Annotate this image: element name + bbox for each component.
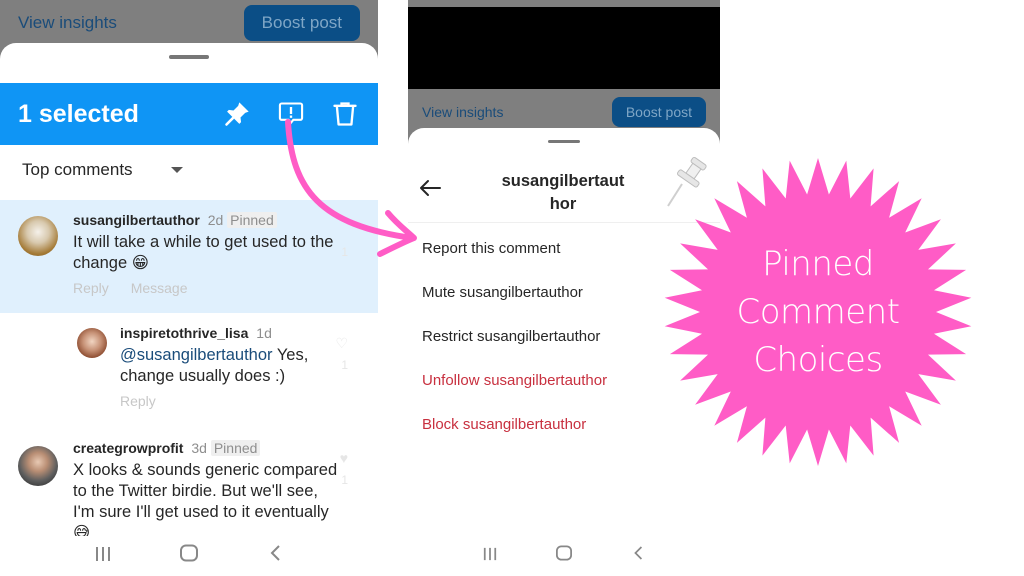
home-icon[interactable]: [177, 544, 201, 568]
view-insights-link[interactable]: View insights: [18, 13, 117, 33]
pushpin-icon: [667, 156, 707, 207]
reply-button[interactable]: Reply: [120, 393, 156, 409]
reply-button[interactable]: Reply: [73, 280, 109, 296]
comment-item[interactable]: susangilbertauthor 2d Pinned It will tak…: [0, 200, 378, 313]
comment-age: 3d: [191, 440, 207, 456]
menu-item-unfollow[interactable]: Unfollow susangilbertauthor: [422, 372, 607, 389]
menu-item-block[interactable]: Block susangilbertauthor: [422, 416, 586, 433]
badge-line-3: Choices: [753, 340, 883, 380]
like-icon[interactable]: ♥: [340, 450, 348, 466]
comment-item[interactable]: creategrowprofit 3d Pinned X looks & sou…: [0, 428, 378, 536]
recent-apps-icon[interactable]: [478, 544, 502, 567]
comment-reply-item[interactable]: inspiretothrive_lisa 1d @susangilbertaut…: [0, 313, 378, 428]
menu-item-report[interactable]: Report this comment: [422, 240, 560, 257]
post-actions-bar: View insights Boost post: [0, 0, 378, 46]
badge-line-1: Pinned: [762, 244, 874, 284]
back-icon[interactable]: [263, 544, 287, 568]
view-insights-link[interactable]: View insights: [422, 104, 503, 120]
sheet-title: susangilbertauthor: [501, 172, 625, 213]
recent-apps-icon[interactable]: [91, 545, 115, 568]
sheet-grabber[interactable]: [548, 140, 580, 143]
sheet-grabber[interactable]: [169, 55, 209, 59]
mention-link[interactable]: @susangilbertauthor: [120, 346, 273, 364]
left-phone-screen: View insights Boost post 1 selected Top …: [0, 0, 378, 576]
home-icon[interactable]: [552, 544, 576, 567]
like-icon[interactable]: ♡: [335, 335, 348, 352]
system-nav-bar: [408, 534, 720, 576]
comment-username[interactable]: susangilbertauthor: [73, 212, 200, 228]
comment-username[interactable]: creategrowprofit: [73, 440, 183, 456]
sort-label: Top comments: [22, 160, 133, 179]
comment-text: X looks & sounds generic compared to the…: [73, 461, 338, 536]
selection-count: 1 selected: [18, 99, 139, 128]
menu-item-restrict[interactable]: Restrict susangilbertauthor: [422, 328, 600, 345]
boost-post-button[interactable]: Boost post: [243, 5, 360, 41]
pin-icon[interactable]: [222, 99, 252, 129]
message-button[interactable]: Message: [131, 280, 188, 296]
comment-username[interactable]: inspiretothrive_lisa: [120, 325, 248, 341]
comment-sort-dropdown[interactable]: Top comments: [22, 160, 183, 180]
post-actions-bar: View insights Boost post: [408, 96, 720, 128]
avatar[interactable]: [77, 328, 107, 358]
pinned-comment-choices-badge: Pinned Comment Choices: [662, 156, 974, 468]
boost-post-button[interactable]: Boost post: [611, 97, 706, 127]
like-count: 1: [341, 473, 348, 487]
selection-toolbar: 1 selected: [0, 83, 378, 145]
avatar[interactable]: [18, 216, 58, 256]
system-nav-bar: [0, 536, 378, 576]
comment-age: 2d: [207, 212, 224, 228]
like-count: 1: [341, 358, 348, 372]
like-count: 1: [341, 245, 348, 259]
badge-line-2: Comment: [736, 292, 900, 332]
back-arrow-icon[interactable]: [418, 178, 442, 204]
comment-text: It will take a while to get used to the …: [73, 233, 334, 272]
chevron-down-icon: [170, 167, 183, 173]
report-icon[interactable]: [276, 99, 306, 129]
avatar[interactable]: [18, 446, 58, 486]
comment-age: 1d: [256, 325, 272, 341]
pinned-badge: Pinned: [227, 212, 277, 228]
menu-item-mute[interactable]: Mute susangilbertauthor: [422, 284, 583, 301]
pinned-badge: Pinned: [210, 440, 261, 456]
back-icon[interactable]: [626, 544, 650, 567]
post-media[interactable]: [408, 7, 720, 89]
trash-icon[interactable]: [330, 99, 360, 129]
